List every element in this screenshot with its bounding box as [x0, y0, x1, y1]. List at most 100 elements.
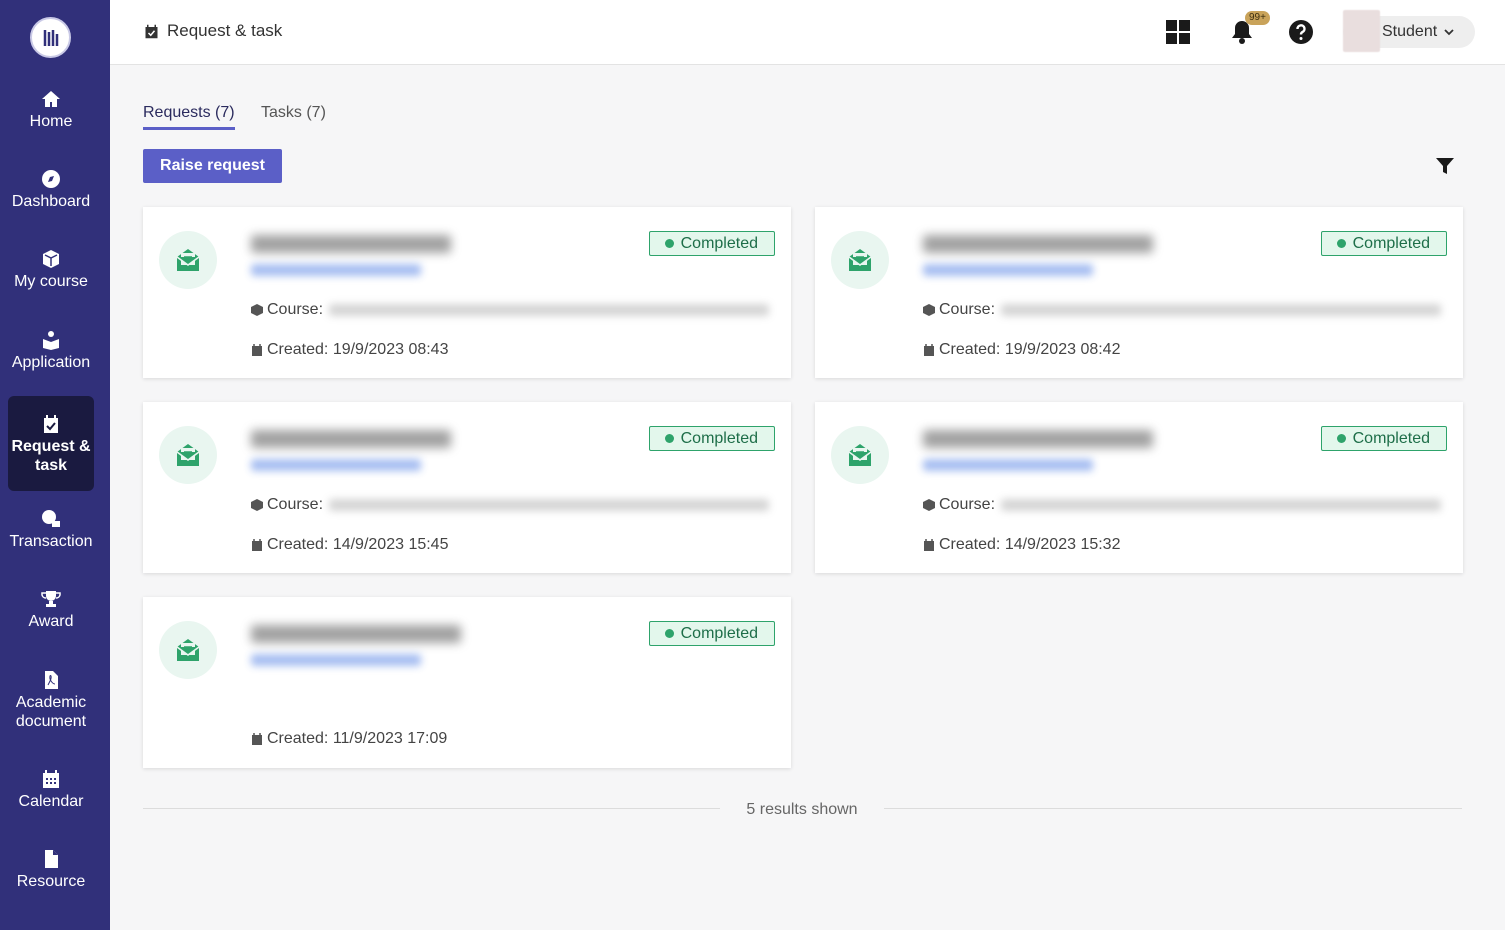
request-code-redacted[interactable] [251, 654, 421, 666]
pdf-file-icon [40, 669, 62, 691]
course-name-redacted [329, 499, 770, 511]
envelope-open-icon [159, 426, 217, 484]
calendar-icon [40, 768, 62, 790]
request-title-redacted [923, 430, 1153, 448]
sidebar-item-home[interactable]: Home [8, 88, 94, 131]
request-card[interactable]: Completed Course: Created: 19/9/2023 08:… [815, 207, 1463, 378]
created-row: Created: 19/9/2023 08:43 [251, 341, 448, 359]
envelope-open-icon [159, 621, 217, 679]
apps-grid-icon[interactable] [1164, 18, 1192, 46]
calendar-icon [924, 539, 934, 551]
chevron-down-icon [1444, 29, 1454, 36]
calendar-icon [924, 344, 934, 356]
transaction-icon [40, 508, 62, 530]
calendar-icon [252, 539, 262, 551]
sidebar-item-request-task[interactable]: Request & task [8, 396, 94, 491]
sidebar-item-label: Academic document [15, 694, 87, 730]
course-row: Course: [251, 301, 770, 319]
created-row: Created: 11/9/2023 17:09 [251, 730, 447, 748]
sidebar-item-resource[interactable]: Resource [8, 848, 94, 891]
status-dot [664, 629, 674, 638]
request-code-redacted[interactable] [923, 264, 1093, 276]
sidebar-item-label: Calendar [18, 793, 84, 810]
sidebar-item-label: Request & task [11, 437, 91, 474]
status-badge: Completed [648, 426, 775, 451]
tab-tasks[interactable]: Tasks (7) [261, 104, 326, 122]
envelope-open-icon [831, 231, 889, 289]
divider [143, 808, 720, 809]
page-title: Request & task [144, 21, 282, 41]
status-dot [1336, 434, 1346, 443]
sidebar-item-label: Application [11, 354, 91, 371]
help-icon[interactable] [1287, 18, 1315, 46]
request-card[interactable]: Completed Course: Created: 14/9/2023 15:… [143, 402, 791, 573]
envelope-open-icon [159, 231, 217, 289]
request-code-redacted[interactable] [251, 264, 421, 276]
created-row: Created: 14/9/2023 15:45 [251, 536, 448, 554]
filter-icon[interactable] [1435, 156, 1455, 176]
course-name-redacted [1001, 304, 1442, 316]
request-code-redacted[interactable] [923, 459, 1093, 471]
created-row: Created: 19/9/2023 08:42 [923, 341, 1120, 359]
sidebar-item-label: Home [29, 113, 73, 130]
cube-icon [923, 304, 935, 316]
request-title-redacted [923, 235, 1153, 253]
course-name-redacted [329, 304, 770, 316]
status-badge: Completed [1320, 231, 1447, 256]
created-row: Created: 14/9/2023 15:32 [923, 536, 1120, 554]
status-dot [664, 239, 674, 248]
sidebar-item-label: My course [14, 273, 88, 290]
calendar-check-icon [145, 24, 158, 38]
sidebar-item-label: Award [28, 613, 74, 630]
user-menu[interactable]: Student [1343, 10, 1475, 52]
status-badge: Completed [648, 231, 775, 256]
avatar [1343, 10, 1380, 52]
request-title-redacted [251, 235, 451, 253]
tab-requests[interactable]: Requests (7) [143, 104, 235, 130]
sidebar-item-label: Dashboard [11, 193, 91, 210]
cube-icon [923, 499, 935, 511]
compass-icon [40, 168, 62, 190]
status-badge: Completed [648, 621, 775, 646]
sidebar-item-calendar[interactable]: Calendar [8, 768, 94, 811]
request-card[interactable]: Completed Created: 11/9/2023 17:09 [143, 597, 791, 768]
cube-icon [251, 304, 263, 316]
divider [884, 808, 1462, 809]
course-name-redacted [1001, 499, 1442, 511]
calendar-check-icon [40, 413, 62, 435]
course-row: Course: [923, 496, 1442, 514]
trophy-icon [40, 588, 62, 610]
status-dot [1336, 239, 1346, 248]
status-dot [664, 434, 674, 443]
university-logo[interactable] [30, 17, 71, 58]
request-card[interactable]: Completed Course: Created: 19/9/2023 08:… [143, 207, 791, 378]
raise-request-button[interactable]: Raise request [143, 149, 282, 183]
request-card[interactable]: Completed Course: Created: 14/9/2023 15:… [815, 402, 1463, 573]
sidebar: Home Dashboard My course Application Req… [0, 0, 110, 930]
cube-icon [40, 248, 62, 270]
sidebar-item-award[interactable]: Award [8, 588, 94, 631]
sidebar-item-label: Resource [16, 873, 86, 890]
user-book-icon [40, 329, 62, 351]
calendar-icon [252, 733, 262, 745]
cube-icon [251, 499, 263, 511]
file-icon [40, 848, 62, 870]
sidebar-item-label: Transaction [9, 533, 93, 550]
sidebar-item-application[interactable]: Application [8, 329, 94, 372]
request-title-redacted [251, 430, 451, 448]
course-row: Course: [923, 301, 1442, 319]
calendar-icon [252, 344, 262, 356]
notification-badge: 99+ [1245, 11, 1270, 25]
request-title-redacted [251, 625, 461, 643]
sidebar-item-dashboard[interactable]: Dashboard [8, 168, 94, 211]
sidebar-item-academic-document[interactable]: Academic document [8, 669, 94, 731]
request-code-redacted[interactable] [251, 459, 421, 471]
status-badge: Completed [1320, 426, 1447, 451]
sidebar-item-transaction[interactable]: Transaction [8, 508, 94, 551]
sidebar-item-my-course[interactable]: My course [8, 248, 94, 291]
user-name: Student [1382, 23, 1438, 40]
results-count: 5 results shown [746, 801, 858, 818]
course-row: Course: [251, 496, 770, 514]
home-icon [40, 88, 62, 110]
envelope-open-icon [831, 426, 889, 484]
